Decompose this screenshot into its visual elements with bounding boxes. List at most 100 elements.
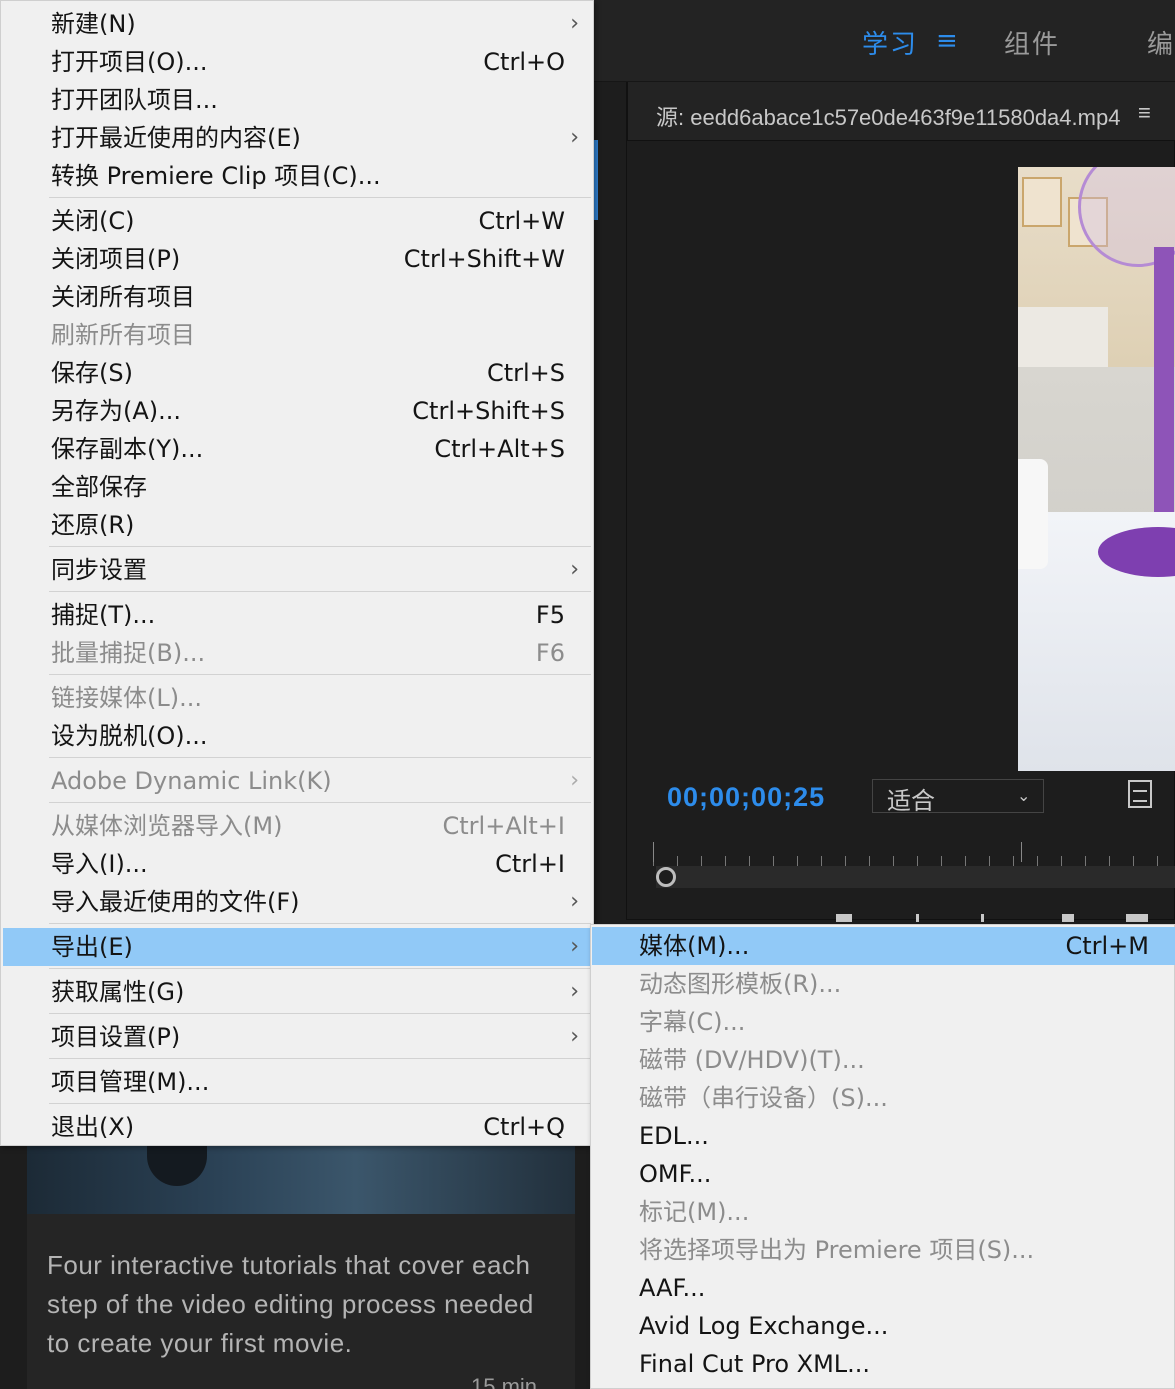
export-menu-item[interactable]: 动态图形模板(R)... (592, 965, 1175, 1003)
menu-item-label: 退出(X) (51, 1113, 135, 1141)
file-menu-item[interactable]: 获取属性(G) › (3, 973, 591, 1011)
menu-separator (49, 1058, 591, 1059)
file-menu-item[interactable]: 关闭项目(P) Ctrl+Shift+W (3, 240, 591, 278)
menu-item-shortcut: F5 (535, 601, 565, 629)
export-menu-item[interactable]: 磁带（串行设备）(S)... (592, 1079, 1175, 1117)
file-menu-item[interactable]: 打开团队项目... (3, 81, 591, 119)
mark-in-icon[interactable] (836, 914, 852, 922)
menu-item-shortcut: Ctrl+Shift+S (412, 397, 565, 425)
menu-separator (49, 674, 591, 675)
file-menu-item[interactable]: 打开项目(O)... Ctrl+O (3, 43, 591, 81)
file-menu-item[interactable]: 捕捉(T)... F5 (3, 596, 591, 634)
menu-item-label: 保存副本(Y)... (51, 435, 204, 463)
tutorial-description: Four interactive tutorials that cover ea… (47, 1250, 534, 1358)
menu-item-label: AAF... (639, 1274, 706, 1302)
menu-separator (49, 1013, 591, 1014)
menu-separator (49, 757, 591, 758)
file-menu-item[interactable]: 保存(S) Ctrl+S (3, 354, 591, 392)
panel-menu-icon[interactable]: ≡ (1138, 100, 1151, 126)
menu-item-label: Avid Log Exchange... (639, 1312, 889, 1340)
file-menu-item[interactable]: 打开最近使用的内容(E) › (3, 119, 591, 157)
chevron-right-icon: › (570, 125, 579, 150)
chevron-right-icon: › (570, 11, 579, 36)
file-menu-item[interactable]: 还原(R) (3, 506, 591, 544)
file-menu-item[interactable]: 关闭所有项目 (3, 278, 591, 316)
menu-item-label: 关闭项目(P) (51, 245, 181, 273)
file-menu-item[interactable]: 退出(X) Ctrl+Q (3, 1108, 591, 1146)
export-menu-item[interactable]: Final Cut Pro XML... (592, 1345, 1175, 1383)
menu-item-label: 关闭所有项目 (51, 283, 195, 311)
file-menu-item[interactable]: 导入(I)... Ctrl+I (3, 845, 591, 883)
menu-item-label: 媒体(M)... (639, 932, 750, 960)
chevron-right-icon: › (570, 768, 579, 793)
workspace-tab-learn[interactable]: 学习 (862, 24, 918, 61)
file-menu-item[interactable]: 项目设置(P) › (3, 1018, 591, 1056)
chevron-right-icon: › (570, 979, 579, 1004)
file-menu-item[interactable]: 新建(N) › (3, 5, 591, 43)
source-monitor-tab[interactable]: 源: eedd6abace1c57e0de463f9e11580da4.mp4 … (626, 82, 1175, 140)
menu-item-label: 打开最近使用的内容(E) (51, 124, 301, 152)
file-menu-item[interactable]: 项目管理(M)... (3, 1063, 591, 1101)
video-preview (1018, 167, 1175, 771)
menu-item-shortcut: Ctrl+S (486, 359, 565, 387)
file-menu-item[interactable]: 转换 Premiere Clip 项目(C)... (3, 157, 591, 195)
mark-out-icon[interactable] (916, 914, 919, 922)
menu-item-shortcut: F6 (535, 639, 565, 667)
tutorial-duration: 15 min (471, 1374, 538, 1389)
tutorial-thumbnail (27, 1146, 575, 1214)
menu-item-label: 打开团队项目... (51, 86, 218, 114)
export-submenu: 媒体(M)... Ctrl+M 动态图形模板(R)... 字幕(C)... 磁带 (DV… (590, 924, 1175, 1389)
workspace-menu-icon[interactable]: ≡ (936, 26, 960, 56)
go-to-in-icon[interactable] (1062, 914, 1074, 922)
export-menu-item[interactable]: AAF... (592, 1269, 1175, 1307)
file-menu-item[interactable]: 导入最近使用的文件(F) › (3, 883, 591, 921)
menu-item-label: 打开项目(O)... (51, 48, 208, 76)
menu-item-label: 导入(I)... (51, 850, 148, 878)
menu-separator (49, 591, 591, 592)
menu-item-shortcut: Ctrl+Alt+I (442, 812, 566, 840)
menu-separator (49, 802, 591, 803)
learn-panel-scrollbar[interactable] (594, 140, 598, 220)
file-menu-item[interactable]: 另存为(A)... Ctrl+Shift+S (3, 392, 591, 430)
file-menu-item[interactable]: 全部保存 (3, 468, 591, 506)
chevron-down-icon: ⌄ (1017, 788, 1031, 805)
tutorial-card[interactable]: Four interactive tutorials that cover ea… (27, 1146, 575, 1389)
step-back-icon[interactable] (1126, 914, 1148, 922)
menu-item-label: 磁带（串行设备）(S)... (639, 1084, 888, 1112)
export-menu-item[interactable]: EDL... (592, 1117, 1175, 1155)
export-frame-icon[interactable] (1128, 780, 1152, 808)
playhead-timecode[interactable]: 00;00;00;25 (667, 782, 825, 813)
menu-item-label: Adobe Dynamic Link(K) (51, 767, 332, 795)
playhead-handle[interactable] (656, 867, 676, 887)
file-menu-item[interactable]: 同步设置 › (3, 551, 591, 589)
file-menu-item[interactable]: 从媒体浏览器导入(M) Ctrl+Alt+I (3, 807, 591, 845)
file-menu-item[interactable]: 设为脱机(O)... (3, 717, 591, 755)
clear-marks-icon[interactable] (981, 914, 984, 922)
file-menu-item[interactable]: 关闭(C) Ctrl+W (3, 202, 591, 240)
workspace-tab-edit[interactable]: 编 (1147, 24, 1175, 61)
zoom-fit-value: 适合 (887, 788, 935, 815)
export-menu-item[interactable]: 标记(M)... (592, 1193, 1175, 1231)
zoom-fit-dropdown[interactable]: 适合 ⌄ (872, 779, 1044, 815)
chevron-right-icon: › (570, 557, 579, 582)
file-menu-item[interactable]: 批量捕捉(B)... F6 (3, 634, 591, 672)
scrubber-track[interactable] (656, 866, 1175, 888)
export-menu-item[interactable]: Avid Log Exchange... (592, 1307, 1175, 1345)
file-menu-item[interactable]: Adobe Dynamic Link(K) › (3, 762, 591, 800)
export-menu-item[interactable]: 媒体(M)... Ctrl+M (592, 927, 1175, 965)
export-menu-item[interactable]: OMF... (592, 1155, 1175, 1193)
export-menu-item[interactable]: 将选择项导出为 Premiere 项目(S)... (592, 1231, 1175, 1269)
file-menu-item[interactable]: 刷新所有项目 (3, 316, 591, 354)
chevron-right-icon: › (570, 1024, 579, 1049)
file-menu-item[interactable]: 导出(E) › (3, 928, 591, 966)
export-menu-item[interactable]: 字幕(C)... (592, 1003, 1175, 1041)
workspace-tab-assembly[interactable]: 组件 (1004, 24, 1060, 61)
source-monitor: 源: eedd6abace1c57e0de463f9e11580da4.mp4 … (626, 82, 1175, 922)
file-menu-item[interactable]: 链接媒体(L)... (3, 679, 591, 717)
menu-item-label: 导入最近使用的文件(F) (51, 888, 300, 916)
source-monitor-title: 源: eedd6abace1c57e0de463f9e11580da4.mp4 (656, 105, 1121, 130)
menu-item-shortcut: Ctrl+Shift+W (403, 245, 565, 273)
file-menu-item[interactable]: 保存副本(Y)... Ctrl+Alt+S (3, 430, 591, 468)
export-menu-item[interactable]: 磁带 (DV/HDV)(T)... (592, 1041, 1175, 1079)
menu-separator (49, 968, 591, 969)
